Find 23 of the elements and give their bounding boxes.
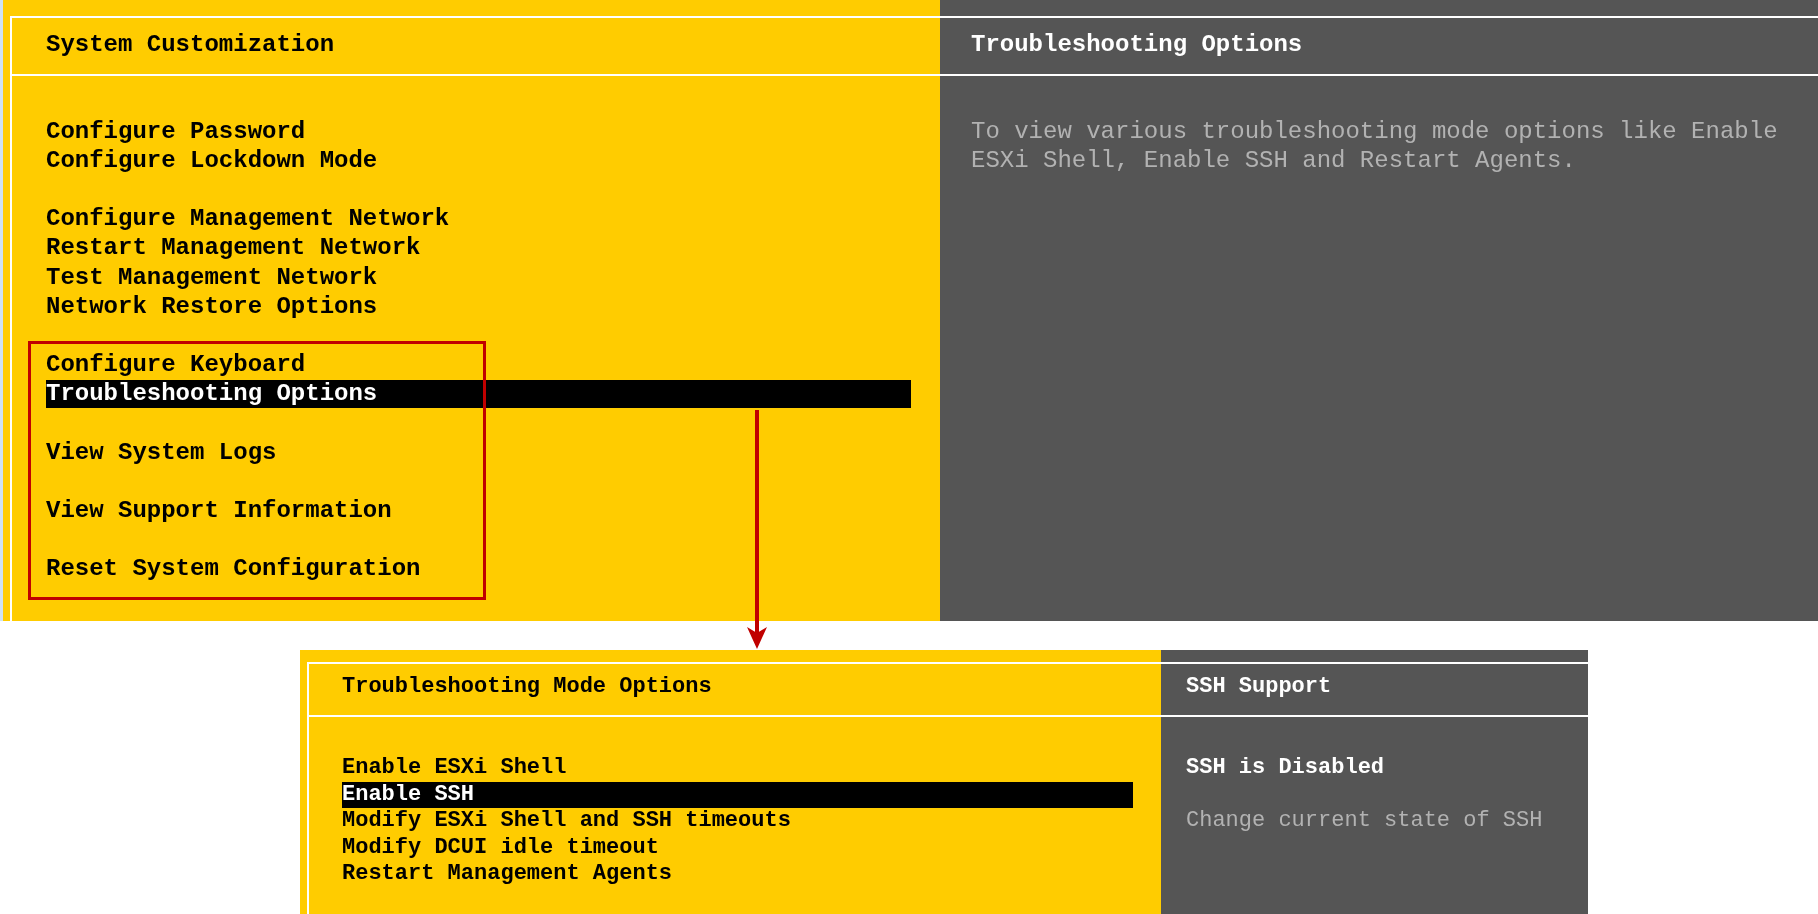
menu-item[interactable]: Network Restore Options <box>46 291 911 321</box>
menu-item[interactable]: Enable ESXi Shell <box>342 755 1133 782</box>
menu-item[interactable]: Test Management Network <box>46 262 911 292</box>
menu-title: System Customization <box>46 31 335 58</box>
status-text: SSH is Disabled <box>1186 755 1386 782</box>
menu-item[interactable]: View System Logs <box>46 437 911 467</box>
info-description: To view various troubleshooting mode options like Enable ESXi Shell, Enable SSH and Restart Agents. <box>971 116 1779 175</box>
menu-item[interactable]: Restart Management Network <box>46 233 911 263</box>
menu-item[interactable]: Configure Password <box>46 116 911 146</box>
menu-item[interactable]: Configure Lockdown Mode <box>46 145 911 175</box>
menu-title: Troubleshooting Mode Options <box>342 674 712 699</box>
menu-item[interactable]: Reset System Configuration <box>46 554 911 584</box>
menu-item[interactable]: Configure Management Network <box>46 204 911 234</box>
menu-item[interactable]: Restart Management Agents <box>342 861 1133 888</box>
menu-item[interactable]: Configure Keyboard <box>46 350 911 380</box>
info-title: SSH Support <box>1186 674 1332 699</box>
menu-item[interactable]: Troubleshooting Options <box>46 379 911 408</box>
menu-item[interactable]: View Support Information <box>46 496 911 526</box>
info-description: Change current state of SSH <box>1186 808 1544 835</box>
info-title: Troubleshooting Options <box>971 31 1303 58</box>
menu-item[interactable]: Modify ESXi Shell and SSH timeouts <box>342 808 1133 835</box>
menu-item[interactable]: Enable SSH <box>342 781 1133 808</box>
menu-item[interactable]: Modify DCUI idle timeout <box>342 834 1133 861</box>
